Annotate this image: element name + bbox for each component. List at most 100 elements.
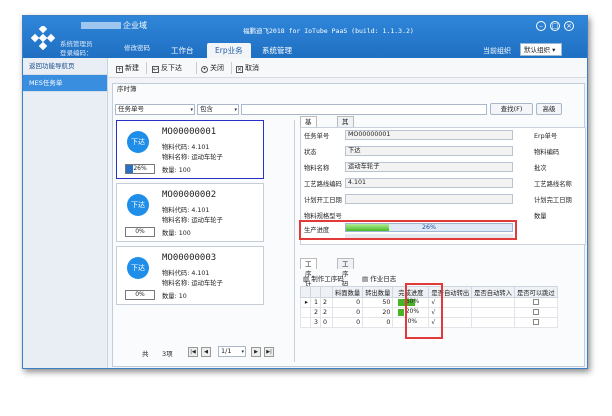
unrelease-icon: ↩	[152, 66, 159, 73]
tab-workbench[interactable]: 工作台	[163, 43, 202, 58]
order-progress-bar: 26%	[125, 164, 155, 174]
sidebar-item-back[interactable]: 返回功能导航页	[23, 58, 107, 75]
status-label: 状态	[304, 149, 317, 156]
title-bar: 企业域 系统管理员 登录编码： 修改密码 福鹏迪飞2018 for IoTube…	[23, 16, 587, 58]
close-icon[interactable]: ×	[564, 21, 574, 31]
close-order-icon: •	[201, 66, 208, 73]
order-no-field[interactable]: MO00000001	[345, 130, 513, 140]
pager-count: 3项	[162, 350, 173, 358]
filter-field-select[interactable]: 任务单号 ▾	[115, 104, 195, 115]
status-badge: 下达	[127, 194, 149, 216]
first-page-icon[interactable]: |◀	[188, 347, 198, 357]
company-name: 企业域	[81, 20, 147, 31]
splitter[interactable]	[294, 120, 295, 362]
pager: 共 3项 |◀ ◀ 1/1 ▾ ▶ ▶|	[118, 346, 278, 360]
unrelease-button[interactable]: ↩ 反下达	[152, 63, 182, 73]
progress-highlight	[299, 220, 517, 240]
tab-basic-info[interactable]: 基础资料	[300, 116, 317, 156]
material-code-text: 物料代码: 4.101	[162, 144, 210, 151]
order-no-label: 任务单号	[304, 133, 330, 140]
page-select[interactable]: 1/1 ▾	[218, 346, 246, 357]
skip-checkbox[interactable]	[532, 298, 539, 305]
sidebar-item-mes-task[interactable]: MES任务单	[23, 75, 107, 92]
route-name-label: 工艺路线名称	[534, 181, 572, 188]
material-name-text: 物料名称: 运动车轮子	[162, 217, 223, 224]
skip-checkbox[interactable]	[532, 308, 539, 315]
maximize-icon[interactable]: □	[550, 21, 560, 31]
process-toolbar: ▥ 制作工序码 ▤ 作业日志	[300, 271, 586, 284]
org-select[interactable]: 默认组织 ▾	[520, 43, 562, 56]
list-item[interactable]: 下达 MO00000001 物料代码: 4.101 物料名称: 运动车轮子 26…	[116, 120, 264, 179]
tab-other[interactable]: 其他	[337, 116, 354, 136]
new-icon: +	[116, 66, 123, 73]
list-item[interactable]: 下达 MO00000002 物料代码: 4.101 物料名称: 运动车轮子 0%…	[116, 183, 264, 242]
col-skip[interactable]: 是否可以跳过	[513, 286, 558, 298]
barcode-icon: ▥	[303, 275, 310, 283]
col-auto-in[interactable]: 是否自动转入	[471, 286, 515, 298]
pager-total-label: 共	[142, 350, 149, 358]
skip-checkbox[interactable]	[532, 318, 539, 325]
sidebar: 返回功能导航页 MES任务单	[23, 58, 108, 368]
cancel-icon: ×	[236, 66, 243, 73]
tab-process-code[interactable]: 工序码	[337, 258, 354, 288]
advanced-button[interactable]: 高级	[536, 103, 562, 115]
material-name-text: 物料名称: 运动车轮子	[162, 154, 223, 161]
close-order-button[interactable]: • 关闭	[201, 63, 224, 73]
plan-finish-label: 计划完工日期	[534, 197, 572, 204]
list-item[interactable]: 下达 MO00000003 物料代码: 4.101 物料名称: 运动车轮子 0%…	[116, 246, 264, 305]
material-name-text: 物料名称: 运动车轮子	[162, 280, 223, 287]
search-button[interactable]: 查找(F)	[490, 103, 533, 115]
tab-process-plan[interactable]: 工序计划	[300, 258, 317, 298]
plan-start-field[interactable]	[345, 194, 513, 204]
order-list: 下达 MO00000001 物料代码: 4.101 物料名称: 运动车轮子 26…	[116, 120, 271, 342]
change-password-link[interactable]: 修改密码	[124, 42, 150, 52]
plan-start-label: 计划开工日期	[304, 197, 342, 204]
material-code-label: 物料编码	[534, 149, 560, 156]
minimize-icon[interactable]: –	[536, 21, 546, 31]
app-title: 福鹏迪飞2018 for IoTube PaaS (build: 1.1.3.2…	[243, 27, 414, 35]
section-label: 序时簿	[117, 85, 137, 93]
batch-label: 批次	[534, 165, 547, 172]
qty-label: 数量	[534, 213, 547, 220]
quantity-text: 数量: 100	[162, 230, 191, 237]
tab-erp-business[interactable]: Erp业务	[207, 43, 251, 58]
quantity-text: 数量: 10	[162, 293, 187, 300]
status-badge: 下达	[127, 257, 149, 279]
quantity-text: 数量: 100	[162, 167, 191, 174]
prev-page-icon[interactable]: ◀	[201, 347, 211, 357]
work-log-button[interactable]: ▤ 作业日志	[362, 273, 396, 283]
material-name-label: 物料名称	[304, 165, 330, 172]
col-material-qty[interactable]: 料面数量	[331, 286, 364, 298]
last-page-icon[interactable]: ▶|	[264, 347, 274, 357]
material-code-text: 物料代码: 4.101	[162, 270, 210, 277]
process-route-field[interactable]: 4.101	[345, 178, 513, 188]
search-input[interactable]	[241, 104, 487, 115]
log-icon: ▤	[362, 275, 369, 283]
login-code: 登录编码：	[60, 49, 93, 57]
order-code: MO00000001	[162, 127, 217, 137]
col-out-qty[interactable]: 转出数量	[362, 286, 394, 298]
filter-operator-select[interactable]: 包含 ▾	[197, 104, 239, 115]
order-progress-bar: 0%	[125, 227, 155, 237]
erp-order-label: Erp单号	[534, 133, 558, 140]
app-window: 企业域 系统管理员 登录编码： 修改密码 福鹏迪飞2018 for IoTube…	[22, 15, 588, 369]
app-logo-icon	[31, 26, 55, 50]
progress-column-highlight	[405, 283, 443, 339]
org-label: 当前组织	[483, 47, 511, 55]
make-code-button[interactable]: ▥ 制作工序码	[303, 273, 344, 283]
toolbar: + 新建 ↩ 反下达 • 关闭 × 取消	[108, 58, 587, 78]
tab-system-management[interactable]: 系统管理	[254, 43, 300, 58]
process-route-label: 工艺路线编码	[304, 181, 342, 188]
cancel-button[interactable]: × 取消	[236, 63, 259, 73]
material-code-text: 物料代码: 4.101	[162, 207, 210, 214]
order-progress-bar: 0%	[125, 290, 155, 300]
next-page-icon[interactable]: ▶	[251, 347, 261, 357]
order-code: MO00000003	[162, 253, 217, 263]
main-panel: 序时簿 任务单号 ▾ 包含 ▾ 查找(F) 高级 下达 MO00000001 物料代…	[112, 83, 586, 367]
status-field[interactable]: 下达	[345, 146, 513, 156]
material-spec-label: 物料规格型号	[304, 213, 342, 220]
status-badge: 下达	[127, 131, 149, 153]
new-button[interactable]: + 新建	[116, 63, 139, 73]
order-code: MO00000002	[162, 190, 217, 200]
material-name-field[interactable]: 运动车轮子	[345, 162, 513, 172]
